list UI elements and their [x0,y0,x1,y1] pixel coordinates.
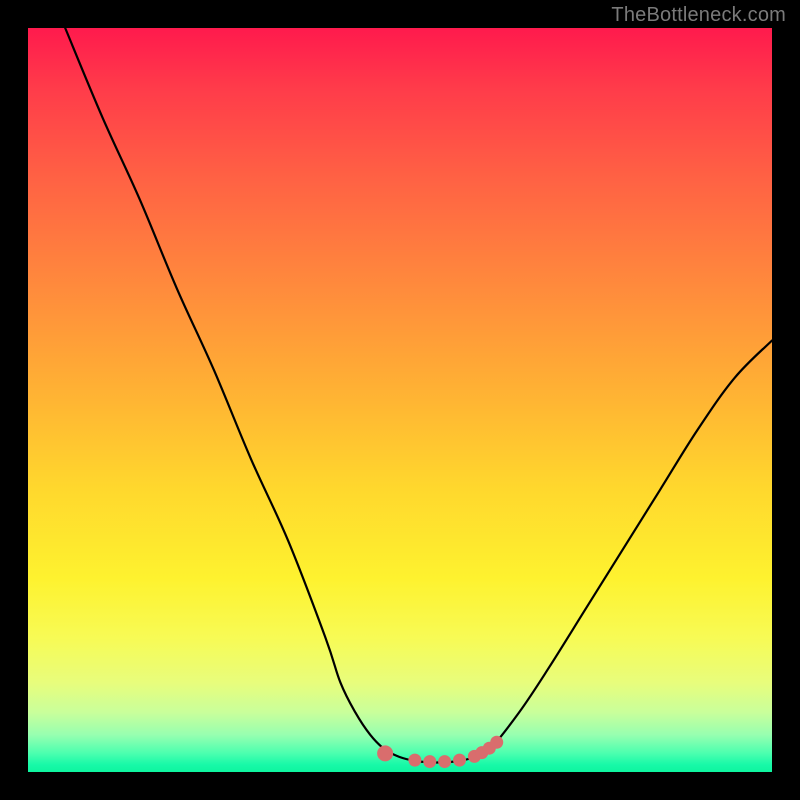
watermark-text: TheBottleneck.com [611,4,786,27]
valley-marker [408,754,421,767]
bottleneck-curve [28,28,772,772]
valley-marker [423,755,436,768]
plot-area [28,28,772,772]
valley-marker [453,754,466,767]
valley-marker [490,736,503,749]
valley-marker [438,755,451,768]
bottleneck-line [65,28,772,763]
valley-marker [377,745,393,761]
chart-frame: TheBottleneck.com [0,0,800,800]
